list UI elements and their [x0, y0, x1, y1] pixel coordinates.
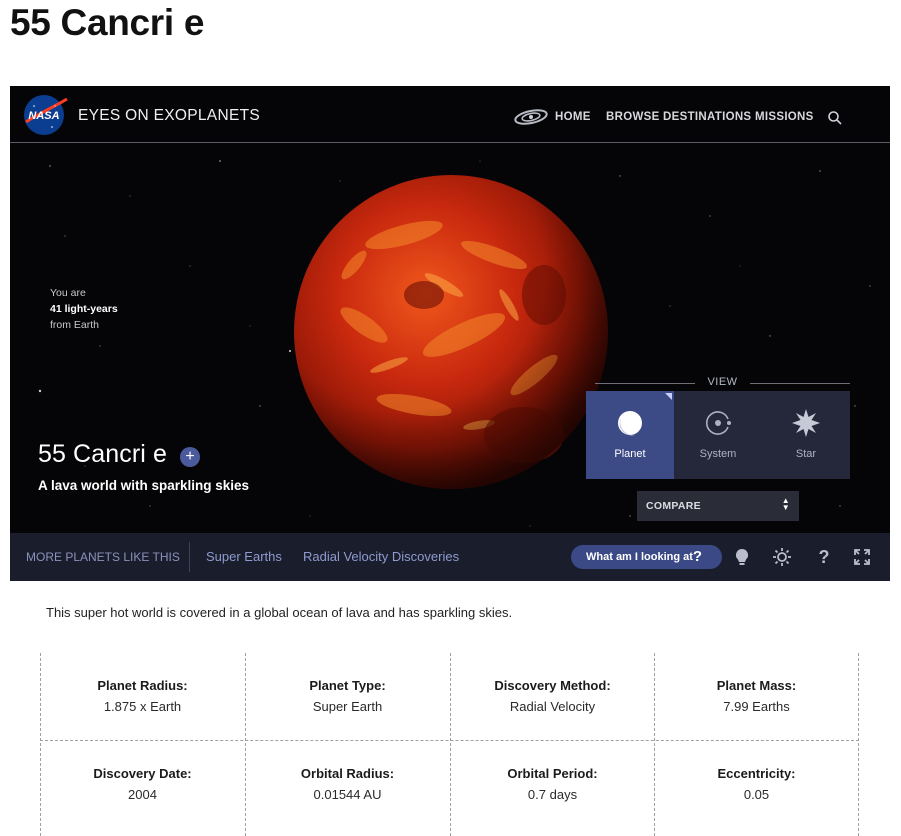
compare-label: COMPARE: [646, 500, 701, 512]
fullscreen-icon[interactable]: [852, 547, 872, 567]
lightbulb-icon[interactable]: [732, 547, 752, 567]
stat-planet-radius: Planet Radius: 1.875 x Earth: [40, 678, 245, 714]
stat-label: Planet Radius:: [97, 678, 188, 693]
planet-tagline: A lava world with sparkling skies: [38, 478, 250, 493]
view-option-star[interactable]: Star: [762, 391, 850, 479]
divider: [189, 542, 190, 572]
exoplanet-viewer[interactable]: NASA EYES ON EXOPLANETS HOME BROWSE DEST…: [10, 86, 890, 581]
stat-value: 0.7 days: [527, 787, 578, 802]
view-label: VIEW: [707, 376, 738, 388]
stat-eccentricity: Eccentricity: 0.05: [654, 766, 859, 802]
stat-label: Orbital Radius:: [300, 766, 395, 781]
stat-value: Super Earth: [312, 699, 383, 714]
galaxy-icon: [514, 109, 548, 125]
nav-browse-destinations[interactable]: BROWSE DESTINATIONS: [606, 111, 751, 123]
nav-missions[interactable]: MISSIONS: [755, 111, 814, 123]
stat-orbital-period: Orbital Period: 0.7 days: [450, 766, 655, 802]
distance-line-1: You are: [50, 287, 86, 299]
stat-label: Planet Mass:: [716, 678, 797, 693]
looking-button-label: What am I looking at: [586, 551, 693, 563]
distance-line-3: from Earth: [50, 319, 100, 331]
planet-name: 55 Cancri e: [38, 440, 167, 468]
link-radial-velocity-discoveries[interactable]: Radial Velocity Discoveries: [303, 549, 459, 564]
distance-readout: You are 41 light-years from Earth: [50, 285, 118, 333]
stat-planet-type: Planet Type: Super Earth: [245, 678, 450, 714]
help-icon[interactable]: ?: [814, 547, 834, 567]
star-burst-icon: [792, 409, 820, 437]
more-planets-label: MORE PLANETS LIKE THIS: [26, 550, 180, 564]
stat-value: 0.01544 AU: [313, 787, 382, 802]
stat-value: 7.99 Earths: [723, 699, 790, 714]
stat-discovery-date: Discovery Date: 2004: [40, 766, 245, 802]
view-option-label: Star: [795, 448, 817, 460]
add-planet-button[interactable]: +: [180, 447, 200, 467]
planet-stats-grid: Planet Radius: 1.875 x Earth Planet Type…: [40, 653, 859, 836]
system-icon: [706, 411, 731, 435]
planet-icon: [618, 411, 642, 436]
compare-dropdown[interactable]: COMPARE ▲ ▼: [637, 491, 799, 521]
search-icon[interactable]: [827, 110, 843, 126]
planet-description: This super hot world is covered in a glo…: [46, 605, 513, 620]
stat-discovery-method: Discovery Method: Radial Velocity: [450, 678, 655, 714]
view-option-planet[interactable]: Planet: [586, 391, 674, 479]
stat-label: Planet Type:: [309, 678, 386, 693]
stat-value: 0.05: [743, 787, 770, 802]
top-navigation: NASA EYES ON EXOPLANETS HOME BROWSE DEST…: [10, 86, 890, 143]
link-super-earths[interactable]: Super Earths: [206, 549, 282, 564]
app-name[interactable]: EYES ON EXOPLANETS: [78, 107, 260, 125]
bottom-toolbar: MORE PLANETS LIKE THIS Super Earths Radi…: [10, 533, 890, 581]
divider: [595, 383, 695, 384]
divider: [750, 383, 850, 384]
divider: [40, 740, 859, 741]
selected-corner-indicator: [665, 393, 672, 400]
nav-home[interactable]: HOME: [555, 111, 591, 123]
stat-label: Eccentricity:: [717, 766, 796, 781]
stat-planet-mass: Planet Mass: 7.99 Earths: [654, 678, 859, 714]
view-option-system[interactable]: System: [674, 391, 762, 479]
svg-text:NASA: NASA: [28, 110, 59, 122]
question-mark-icon: ?: [692, 548, 702, 565]
settings-sun-icon[interactable]: [772, 547, 792, 567]
stat-label: Orbital Period:: [507, 766, 598, 781]
nasa-logo-icon[interactable]: NASA: [22, 94, 68, 136]
view-section-label: VIEW: [595, 376, 850, 390]
view-option-label: System: [699, 448, 737, 460]
dropdown-arrows-icon: ▲ ▼: [781, 496, 790, 512]
stat-label: Discovery Method:: [494, 678, 611, 693]
stat-orbital-radius: Orbital Radius: 0.01544 AU: [245, 766, 450, 802]
page-title: 55 Cancri e: [10, 2, 205, 43]
planet-3d-view[interactable]: [294, 175, 608, 489]
distance-value: 41 light-years: [50, 303, 118, 315]
view-option-label: Planet: [614, 448, 646, 460]
stat-value: 2004: [128, 787, 157, 802]
view-selector: Planet System Star: [586, 391, 850, 479]
stat-label: Discovery Date:: [93, 766, 192, 781]
stat-value: Radial Velocity: [509, 699, 596, 714]
what-am-i-looking-at-button[interactable]: What am I looking at ?: [571, 545, 722, 569]
stat-value: 1.875 x Earth: [103, 699, 182, 714]
